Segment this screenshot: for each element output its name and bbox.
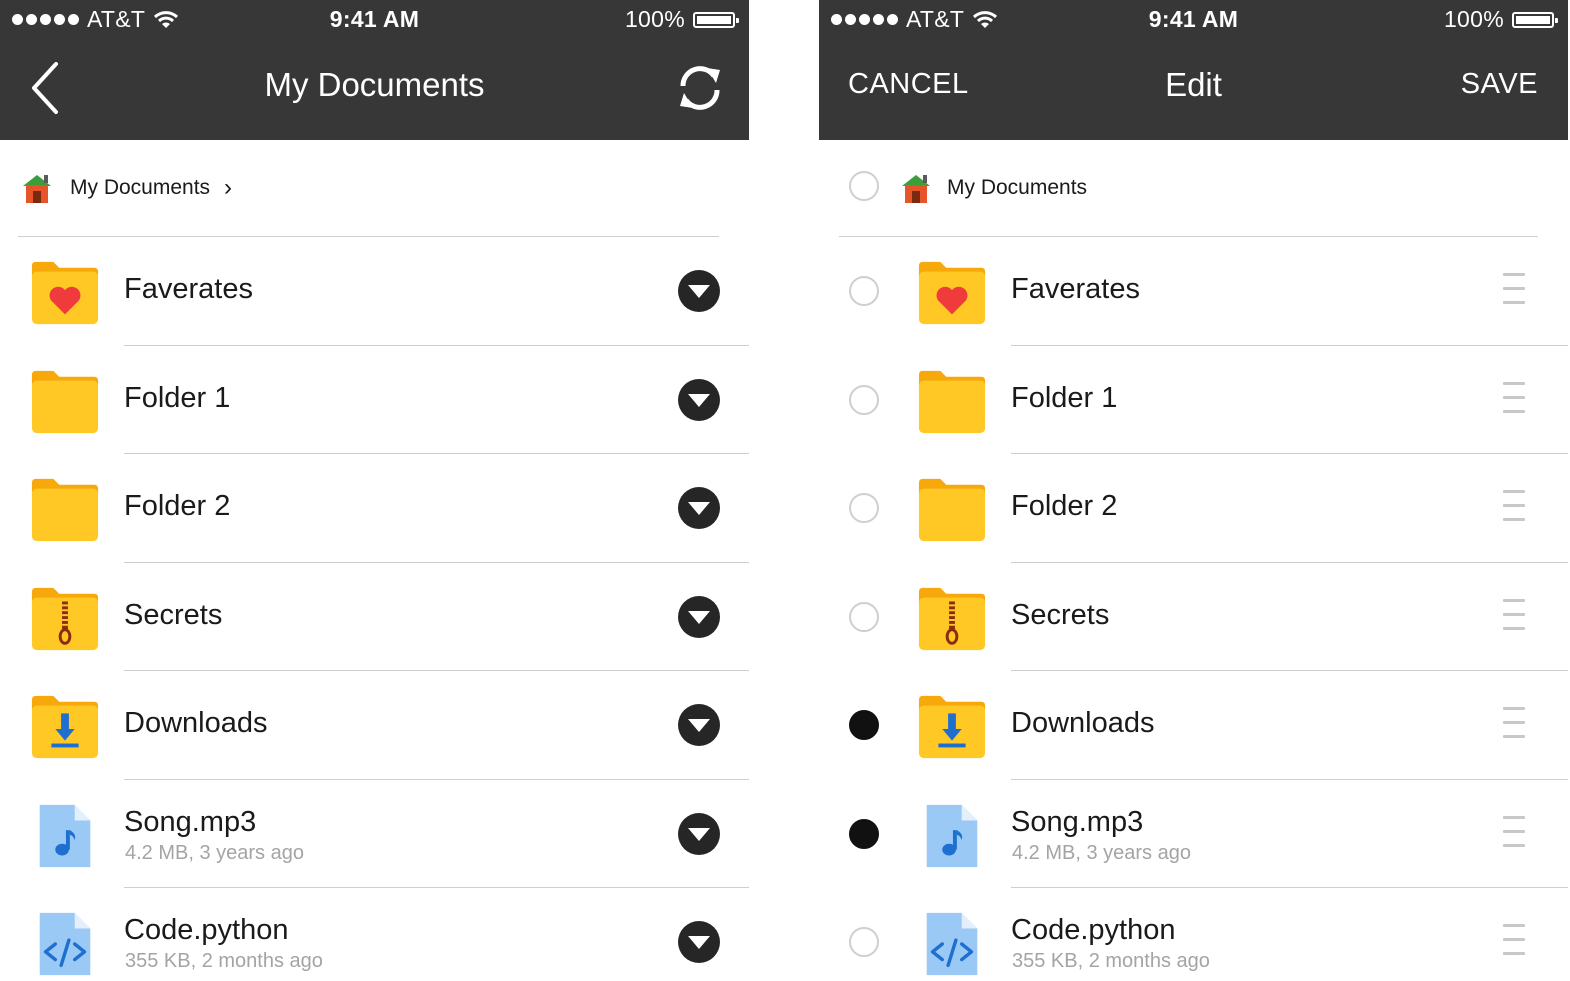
item-name: Code.python	[1011, 914, 1176, 946]
list-item[interactable]: Folder 1	[0, 346, 749, 454]
drag-handle-icon[interactable]	[1503, 815, 1525, 856]
dropdown-button[interactable]	[678, 487, 720, 530]
drag-handle-icon[interactable]	[1503, 598, 1525, 639]
select-radio[interactable]	[849, 276, 879, 307]
music-file-icon	[30, 804, 100, 868]
list-item[interactable]: Downloads	[0, 671, 749, 780]
item-name: Folder 1	[1011, 381, 1118, 414]
navigation-bar: AT&T 9:41 AM 100% My Documents	[0, 0, 749, 140]
item-meta: 355 KB, 2 months ago	[125, 950, 323, 972]
item-name: Code.python	[124, 914, 289, 946]
breadcrumb[interactable]: My Documents ›	[20, 168, 232, 208]
item-name: Downloads	[124, 707, 268, 739]
item-name: Faverates	[1011, 273, 1140, 305]
status-bar-right: 100%	[1443, 6, 1558, 33]
drag-handle-icon[interactable]	[1503, 490, 1525, 530]
item-meta: 4.2 MB, 3 years ago	[125, 841, 304, 864]
code-file-icon	[917, 912, 987, 976]
page-title: My Documents	[264, 66, 485, 103]
select-radio[interactable]	[849, 601, 879, 632]
music-file-icon	[917, 804, 987, 868]
dropdown-button[interactable]	[678, 595, 720, 638]
folder-icon	[917, 370, 987, 434]
folder-icon	[30, 370, 100, 434]
list-item[interactable]: Code.python 355 KB, 2 months ago	[819, 888, 1568, 981]
list-item[interactable]: Faverates	[819, 237, 1568, 346]
breadcrumb[interactable]: My Documents	[899, 168, 1087, 208]
heart-folder-icon	[917, 261, 987, 325]
code-file-icon	[30, 912, 100, 976]
select-radio[interactable]	[849, 818, 879, 849]
home-icon	[899, 171, 933, 205]
item-name: Folder 2	[124, 490, 231, 522]
item-name: Secrets	[1011, 598, 1110, 631]
drag-handle-icon[interactable]	[1503, 924, 1525, 964]
list-item[interactable]: Code.python 355 KB, 2 months ago	[0, 888, 749, 981]
edit-screen: AT&T 9:41 AM 100% CANCEL Edit SAVE My Do…	[819, 0, 1568, 981]
select-radio[interactable]	[849, 493, 879, 524]
folder-icon	[30, 478, 100, 542]
dropdown-button[interactable]	[678, 812, 720, 855]
battery-icon	[1512, 11, 1558, 28]
dropdown-button[interactable]	[678, 270, 720, 313]
refresh-button[interactable]	[674, 62, 726, 114]
heart-folder-icon	[30, 261, 100, 325]
navigation-bar: AT&T 9:41 AM 100% CANCEL Edit SAVE	[819, 0, 1568, 140]
drag-handle-icon[interactable]	[1503, 273, 1525, 313]
list-item[interactable]: Downloads	[819, 671, 1568, 780]
item-meta: 355 KB, 2 months ago	[1012, 950, 1210, 972]
battery-percent: 100%	[1443, 6, 1504, 32]
select-radio[interactable]	[849, 710, 879, 741]
select-all-radio[interactable]	[849, 171, 879, 201]
list-item[interactable]: Secrets	[819, 563, 1568, 671]
dropdown-button[interactable]	[678, 704, 720, 747]
refresh-icon	[680, 66, 720, 110]
folder-icon	[917, 478, 987, 542]
list-item[interactable]: Song.mp3 4.2 MB, 3 years ago	[0, 780, 749, 888]
status-bar-right: 100%	[624, 6, 739, 33]
item-name: Song.mp3	[1011, 805, 1144, 838]
breadcrumb-label: My Documents	[70, 176, 211, 199]
dropdown-button[interactable]	[678, 378, 720, 421]
home-icon	[20, 171, 54, 205]
drag-handle-icon[interactable]	[1503, 707, 1525, 747]
breadcrumb-label: My Documents	[947, 176, 1088, 199]
save-button[interactable]: SAVE	[1461, 68, 1538, 101]
item-name: Secrets	[124, 598, 223, 631]
download-folder-icon	[917, 695, 987, 759]
documents-screen: AT&T 9:41 AM 100% My Documents My Docume…	[0, 0, 749, 981]
select-radio[interactable]	[849, 927, 879, 958]
download-folder-icon	[30, 695, 100, 759]
item-name: Folder 2	[1011, 490, 1118, 522]
drag-handle-icon[interactable]	[1503, 381, 1525, 422]
select-radio[interactable]	[849, 384, 879, 415]
zip-folder-icon	[30, 587, 100, 651]
dropdown-button[interactable]	[678, 921, 720, 964]
list-item[interactable]: Faverates	[0, 237, 749, 346]
item-name: Folder 1	[124, 381, 231, 414]
item-name: Downloads	[1011, 707, 1155, 739]
list-item[interactable]: Secrets	[0, 563, 749, 671]
item-name: Song.mp3	[124, 805, 257, 838]
battery-percent: 100%	[624, 6, 685, 32]
list-item[interactable]: Folder 2	[0, 454, 749, 563]
list-item[interactable]: Folder 1	[819, 346, 1568, 454]
zip-folder-icon	[917, 587, 987, 651]
list-item[interactable]: Folder 2	[819, 454, 1568, 563]
page-title: Edit	[1165, 66, 1222, 103]
battery-icon	[693, 11, 739, 28]
chevron-right-icon: ›	[224, 174, 233, 201]
list-item[interactable]: Song.mp3 4.2 MB, 3 years ago	[819, 780, 1568, 888]
item-meta: 4.2 MB, 3 years ago	[1012, 841, 1191, 864]
item-name: Faverates	[124, 273, 253, 305]
